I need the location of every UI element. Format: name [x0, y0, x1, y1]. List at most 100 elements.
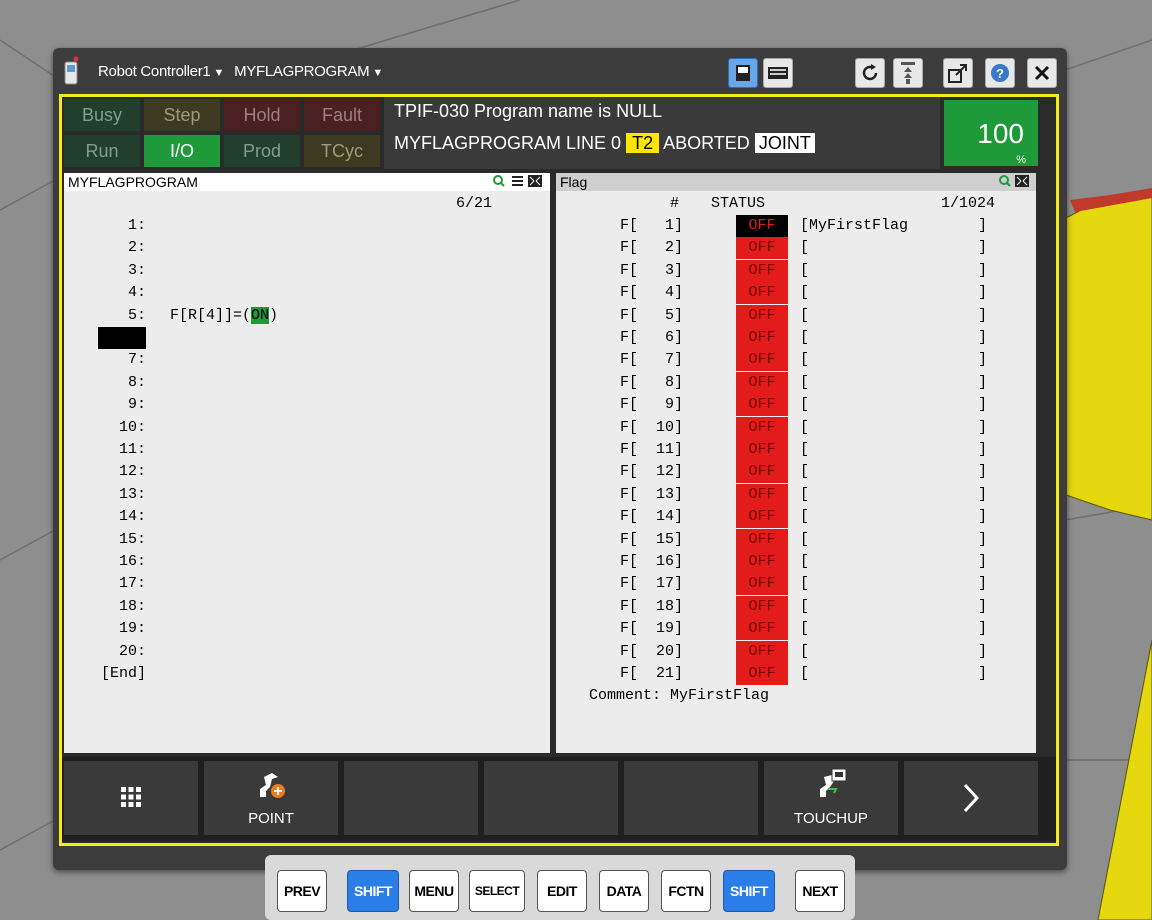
- flag-row[interactable]: F[ 10] OFF []: [556, 416, 1036, 439]
- flag-row[interactable]: F[ 15] OFF []: [556, 528, 1036, 551]
- fkey-next-page[interactable]: [904, 761, 1038, 835]
- key-data[interactable]: DATA: [599, 870, 649, 912]
- flag-status-cell[interactable]: OFF: [736, 551, 788, 573]
- flag-comment-cell[interactable]: [: [800, 506, 809, 528]
- maximize-icon[interactable]: [1015, 175, 1029, 187]
- flag-status-cell[interactable]: OFF: [736, 394, 788, 417]
- key-shift-right[interactable]: SHIFT: [723, 870, 775, 912]
- flag-comment-cell[interactable]: [: [800, 529, 809, 551]
- flag-comment-cell[interactable]: [MyFirstFlag: [800, 215, 908, 237]
- flag-status-cell[interactable]: OFF: [736, 663, 788, 685]
- flag-row[interactable]: F[ 20] OFF []: [556, 640, 1036, 663]
- fkey-3[interactable]: [344, 761, 478, 835]
- editor-line-number[interactable]: 8:: [64, 372, 146, 394]
- flag-status-cell[interactable]: OFF: [736, 327, 788, 349]
- flag-comment-cell[interactable]: [: [800, 618, 809, 640]
- flag-comment-cell[interactable]: [: [800, 551, 809, 573]
- flag-status-cell[interactable]: OFF: [736, 483, 788, 506]
- flag-comment-cell[interactable]: [: [800, 349, 809, 371]
- fkey-touchup[interactable]: TOUCHUP: [764, 761, 898, 835]
- flag-status-cell[interactable]: OFF: [736, 416, 788, 439]
- flag-status-cell[interactable]: OFF: [736, 595, 788, 618]
- flag-status-cell[interactable]: OFF: [736, 349, 788, 372]
- flag-row[interactable]: F[ 1] OFF [MyFirstFlag]: [556, 215, 1036, 237]
- editor-line-number[interactable]: [End]: [64, 663, 146, 685]
- flag-comment-cell[interactable]: [: [800, 327, 809, 349]
- tp-screen-button[interactable]: [728, 58, 758, 88]
- flag-row[interactable]: F[ 6] OFF []: [556, 327, 1036, 349]
- flag-row[interactable]: F[ 18] OFF []: [556, 595, 1036, 618]
- flag-comment-cell[interactable]: [: [800, 282, 809, 304]
- zoom-icon[interactable]: [493, 175, 505, 187]
- editor-line-number[interactable]: 11:: [64, 439, 146, 461]
- flag-status-cell[interactable]: OFF: [736, 573, 788, 596]
- editor-line-number[interactable]: 18:: [64, 596, 146, 618]
- flag-row[interactable]: F[ 2] OFF []: [556, 237, 1036, 260]
- flag-comment-cell[interactable]: [: [800, 372, 809, 394]
- flag-comment-cell[interactable]: [: [800, 237, 809, 259]
- flag-row[interactable]: F[ 14] OFF []: [556, 506, 1036, 529]
- controller-name[interactable]: Robot Controller1: [98, 63, 211, 80]
- flag-comment-cell[interactable]: [: [800, 484, 809, 506]
- editor-line-number[interactable]: 3:: [64, 260, 146, 282]
- editor-line-number[interactable]: 2:: [64, 237, 146, 259]
- editor-line-number[interactable]: 20:: [64, 641, 146, 663]
- key-shift-left[interactable]: SHIFT: [347, 870, 399, 912]
- key-edit[interactable]: EDIT: [537, 870, 587, 912]
- flag-status-cell[interactable]: OFF: [736, 237, 788, 260]
- override-speed[interactable]: 100 %: [944, 100, 1038, 166]
- editor-line-number[interactable]: 7:: [64, 349, 146, 371]
- flag-row[interactable]: F[ 12] OFF []: [556, 461, 1036, 484]
- key-prev[interactable]: PREV: [277, 870, 327, 912]
- program-name[interactable]: MYFLAGPROGRAM: [234, 63, 370, 80]
- flag-status-cell[interactable]: OFF: [736, 439, 788, 461]
- flag-row[interactable]: F[ 8] OFF []: [556, 371, 1036, 394]
- editor-line-number[interactable]: 5:: [64, 305, 146, 327]
- flag-row[interactable]: F[ 21] OFF []: [556, 663, 1036, 685]
- fkey-point[interactable]: POINT: [204, 761, 338, 835]
- key-menu[interactable]: MENU: [409, 870, 459, 912]
- flag-row[interactable]: F[ 11] OFF []: [556, 439, 1036, 461]
- editor-line-number[interactable]: 14:: [64, 506, 146, 528]
- flag-comment-cell[interactable]: [: [800, 305, 809, 327]
- flag-status-cell[interactable]: OFF: [736, 371, 788, 394]
- code-on-value[interactable]: ON: [251, 306, 270, 324]
- flag-row[interactable]: F[ 7] OFF []: [556, 349, 1036, 372]
- editor-line-number[interactable]: 4:: [64, 282, 146, 304]
- tool-button[interactable]: [893, 58, 923, 88]
- flag-row[interactable]: F[ 19] OFF []: [556, 618, 1036, 641]
- flag-comment-cell[interactable]: [: [800, 439, 809, 461]
- help-button[interactable]: ?: [985, 58, 1015, 88]
- flag-comment-cell[interactable]: [: [800, 260, 809, 282]
- editor-line-number[interactable]: 19:: [64, 618, 146, 640]
- flag-comment-cell[interactable]: [: [800, 394, 809, 416]
- external-window-button[interactable]: [943, 58, 973, 88]
- flag-status-cell[interactable]: OFF: [736, 282, 788, 305]
- editor-line-number[interactable]: 15:: [64, 529, 146, 551]
- flag-status-cell[interactable]: OFF: [736, 528, 788, 551]
- editor-line-number-cursor[interactable]: 6:: [98, 327, 146, 349]
- chevron-down-icon[interactable]: ▼: [372, 67, 383, 79]
- key-next[interactable]: NEXT: [795, 870, 845, 912]
- flag-status-cell[interactable]: OFF: [736, 304, 788, 327]
- editor-line-number[interactable]: 16:: [64, 551, 146, 573]
- flag-status-cell[interactable]: OFF: [736, 506, 788, 529]
- keyboard-button[interactable]: [763, 58, 793, 88]
- flag-comment-cell[interactable]: [: [800, 596, 809, 618]
- refresh-button[interactable]: [855, 58, 885, 88]
- editor-line-number[interactable]: 10:: [64, 417, 146, 439]
- flag-comment-cell[interactable]: [: [800, 417, 809, 439]
- controller-selector[interactable]: Robot Controller1 ▼ MYFLAGPROGRAM ▼: [98, 63, 393, 80]
- flag-comment-cell[interactable]: [: [800, 641, 809, 663]
- zoom-icon[interactable]: [999, 175, 1011, 187]
- flag-comment-cell[interactable]: [: [800, 461, 809, 483]
- flag-comment-cell[interactable]: [: [800, 663, 809, 685]
- flag-row[interactable]: F[ 16] OFF []: [556, 551, 1036, 573]
- fkey-4[interactable]: [484, 761, 618, 835]
- flag-comment-cell[interactable]: [: [800, 573, 809, 595]
- editor-line-number[interactable]: 1:: [64, 215, 146, 237]
- close-button[interactable]: [1027, 58, 1057, 88]
- flag-status-cell[interactable]: OFF: [736, 640, 788, 663]
- list-icon[interactable]: [512, 176, 523, 186]
- editor-line-number[interactable]: 17:: [64, 573, 146, 595]
